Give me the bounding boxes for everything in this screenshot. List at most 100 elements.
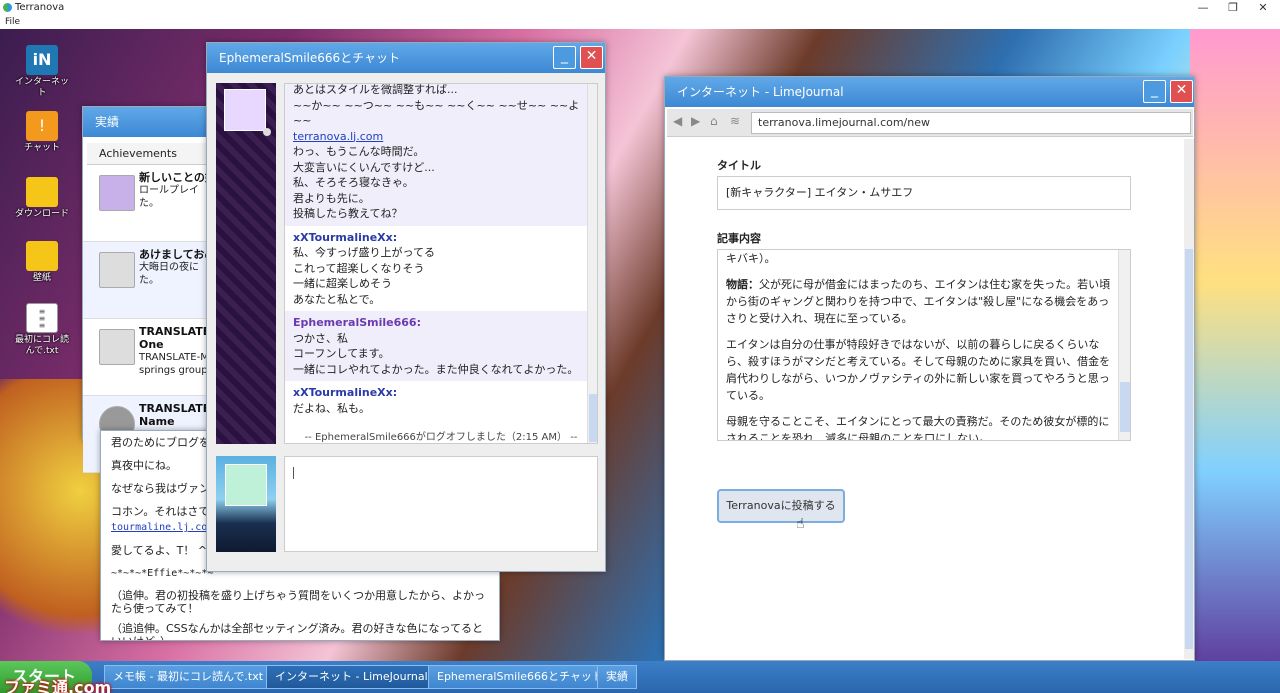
body-paragraph: キバキ）。 [726,252,776,265]
achievement-item[interactable]: 新しいことの始 ロールプレイ た。 [83,165,214,242]
folder-icon [26,241,58,271]
wallpaper-decoration [1190,29,1280,661]
host-maximize-button[interactable]: ❐ [1216,0,1250,15]
achievements-window: 実績 Achievements 新しいことの始 ロールプレイ た。 あけましてお… [82,106,215,473]
browser-minimize-button[interactable]: _ [1143,80,1166,103]
story-label: 物語： [726,278,759,291]
taskbar-item-achievements[interactable]: 実績 [597,665,637,689]
logoff-notice: -- EphemeralSmile666がログオフしました（2:15 AM） -… [304,432,578,443]
chat-input[interactable] [284,456,598,552]
taskbar-item-chat[interactable]: EphemeralSmile666とチャット [428,665,612,689]
desktop-icon-wallpaper[interactable]: 壁紙 [14,241,70,284]
taskbar: スタート メモ帳 - 最初にコレ読んで.txt インターネット - LimeJo… [0,661,1280,693]
text-caret [293,467,294,479]
message-author: xXTourmalineXx: [293,386,398,399]
home-icon[interactable]: ⌂ [710,114,718,128]
achievements-title: 実績 [95,115,120,129]
body-paragraph: 物語：父が死に母が借金にはまったのち、エイタンは住む家を失った。若い頃から街のギ… [726,278,1111,325]
scrollbar-thumb[interactable] [1185,249,1193,649]
chat-message: xXTourmalineXx: だよね、私も。 [285,381,597,420]
terranova-logo-icon [3,3,12,12]
page-scrollbar[interactable] [1184,139,1194,659]
achievement-desc: ロールプレイ た。 [139,185,199,209]
lock-icon [99,252,135,288]
rss-icon[interactable]: ≋ [730,114,740,128]
chat-title: EphemeralSmile666とチャット [219,51,401,65]
desktop-icon-label: 最初にコレ読んで.txt [14,335,69,356]
post-title-input[interactable]: [新キャラクター] エイタン・ムサエフ [717,176,1131,210]
achievement-item[interactable]: あけましておめ 大晦日の夜に た。 [83,242,214,319]
chat-close-button[interactable]: ✕ [580,46,603,69]
textarea-scrollbar[interactable] [1118,250,1130,440]
chat-message: EphemeralSmile666: つかさ、私 コーフンしてます。 一緒にコレ… [285,311,597,381]
forward-arrow-icon[interactable]: ▶ [691,114,700,128]
folder-icon [26,177,58,207]
watermark-logo: ファミ通.com [4,678,112,693]
desktop-icon-label: チャット [24,143,60,153]
url-input[interactable]: terranova.limejournal.com/new [751,112,1191,134]
post-to-terranova-button[interactable]: Terranovaに投稿する [717,489,845,523]
text-file-icon: ≡ ≡ ≡ [26,303,58,333]
host-titlebar: Terranova [0,0,1280,15]
memo-line: （追伸。君の初投稿を盛り上げちゃう質問をいくつか用意したから、よかったら使ってみ… [111,589,485,615]
memo-line: （追追伸。CSSなんかは全部セッティング済み。君の好きな色になってるといいけど。… [111,622,483,640]
achievement-item[interactable]: TRANSLATE-M One TRANSLATE-M springs grou… [83,319,214,396]
chat-window: EphemeralSmile666とチャット _ ✕ あとはスタイルを微調整すれ… [206,42,606,572]
desktop-icon-internet[interactable]: iN インターネット [14,45,70,99]
chat-message: xXTourmalineXx: 私、今すっげ盛り上がってる これって超楽しくなり… [285,226,597,312]
host-minimize-button[interactable]: — [1186,0,1220,15]
chat-log-scrollbar[interactable] [587,84,597,443]
achievement-desc: TRANSLATE-M springs group [139,352,209,376]
message-line: ~~か~~ ~~つ~~ ~~も~~ ~~く~~ ~~せ~~ ~~よ~~ [293,98,580,128]
host-close-button[interactable]: ✕ [1246,0,1280,15]
desktop-icon-downloads[interactable]: ダウンロード [14,177,70,220]
journal-new-post-form: タイトル [新キャラクター] エイタン・ムサエフ 記事内容 キバキ）。 物語：父… [667,139,1183,659]
taskbar-item-notepad[interactable]: メモ帳 - 最初にコレ読んで.txt [104,665,273,689]
post-body-textarea[interactable]: キバキ）。 物語：父が死に母が借金にはまったのち、エイタンは住む家を失った。若い… [717,249,1131,441]
desktop-icon-label: 壁紙 [32,273,51,283]
achievement-unlocked-icon [99,175,135,211]
host-menubar: File [0,15,1280,29]
message-line: 君よりも先に。 [293,191,370,205]
lock-icon [99,329,135,365]
message-line: だよね、私も。 [293,401,370,415]
chat-minimize-button[interactable]: _ [553,46,576,69]
chat-titlebar[interactable]: EphemeralSmile666とチャット _ ✕ [207,43,605,73]
message-line: コーフンしてます。 [293,347,390,360]
menu-file[interactable]: File [5,17,20,27]
message-line: これって超楽しくなりそう [293,261,425,275]
chat-message: あとはスタイルを微調整すれば... ~~か~~ ~~つ~~ ~~も~~ ~~く~… [285,83,597,226]
achievement-title: 新しいことの始 [139,171,214,184]
message-line: つかさ、私 [293,331,348,345]
user-profile-panel [216,456,276,552]
message-line: あとはスタイルを微調整すれば... [293,83,458,96]
achievement-desc: 大晦日の夜に た。 [139,262,199,286]
taskbar-item-browser[interactable]: インターネット - LimeJournal [266,665,437,689]
host-app-title: Terranova [15,2,65,13]
message-line: 一緒に超楽しめそう [293,277,392,290]
message-line: 大変言いにくいんですけど... [293,160,435,174]
body-paragraph: エイタンは自分の仕事が特段好きではないが、以前の暮らしに戻るくらいなら、殺すほう… [726,338,1111,402]
mouse-pointer-icon: ☝ [796,516,805,532]
achievements-titlebar[interactable]: 実績 [83,107,214,137]
message-author: xXTourmalineXx: [293,230,398,244]
internet-icon: iN [26,45,58,75]
message-line: 投稿したら教えてね？ [293,207,403,220]
achievements-header: Achievements [87,143,210,165]
chat-log[interactable]: あとはスタイルを微調整すれば... ~~か~~ ~~つ~~ ~~も~~ ~~く~… [284,83,598,444]
message-line: 私、そろそろ寝なきゃ。 [293,176,414,189]
desktop-icon-readme[interactable]: ≡ ≡ ≡ 最初にコレ読んで.txt [14,303,70,357]
message-line: 一緒にコレやれてよかった。また仲良くなれてよかった。 [293,362,579,376]
back-arrow-icon[interactable]: ◀ [673,114,682,128]
message-line: わっ、もうこんな時間だ。 [293,145,425,158]
scrollbar-thumb[interactable] [1120,382,1130,432]
desktop-icon-chat[interactable]: ! チャット [14,111,70,154]
browser-close-button[interactable]: ✕ [1170,80,1193,103]
address-bar: ◀ ▶ ⌂ ≋ terranova.limejournal.com/new [667,109,1193,137]
body-paragraph: 母親を守ることこそ、エイタンにとって最大の責務だ。そのため彼女が標的にされること… [726,415,1110,441]
message-link[interactable]: terranova.lj.com [293,129,589,145]
browser-titlebar[interactable]: インターネット - LimeJournal _ ✕ [665,77,1194,107]
message-line: あなたと私とで。 [293,292,381,306]
body-label: 記事内容 [717,232,761,245]
scrollbar-thumb[interactable] [589,394,597,442]
